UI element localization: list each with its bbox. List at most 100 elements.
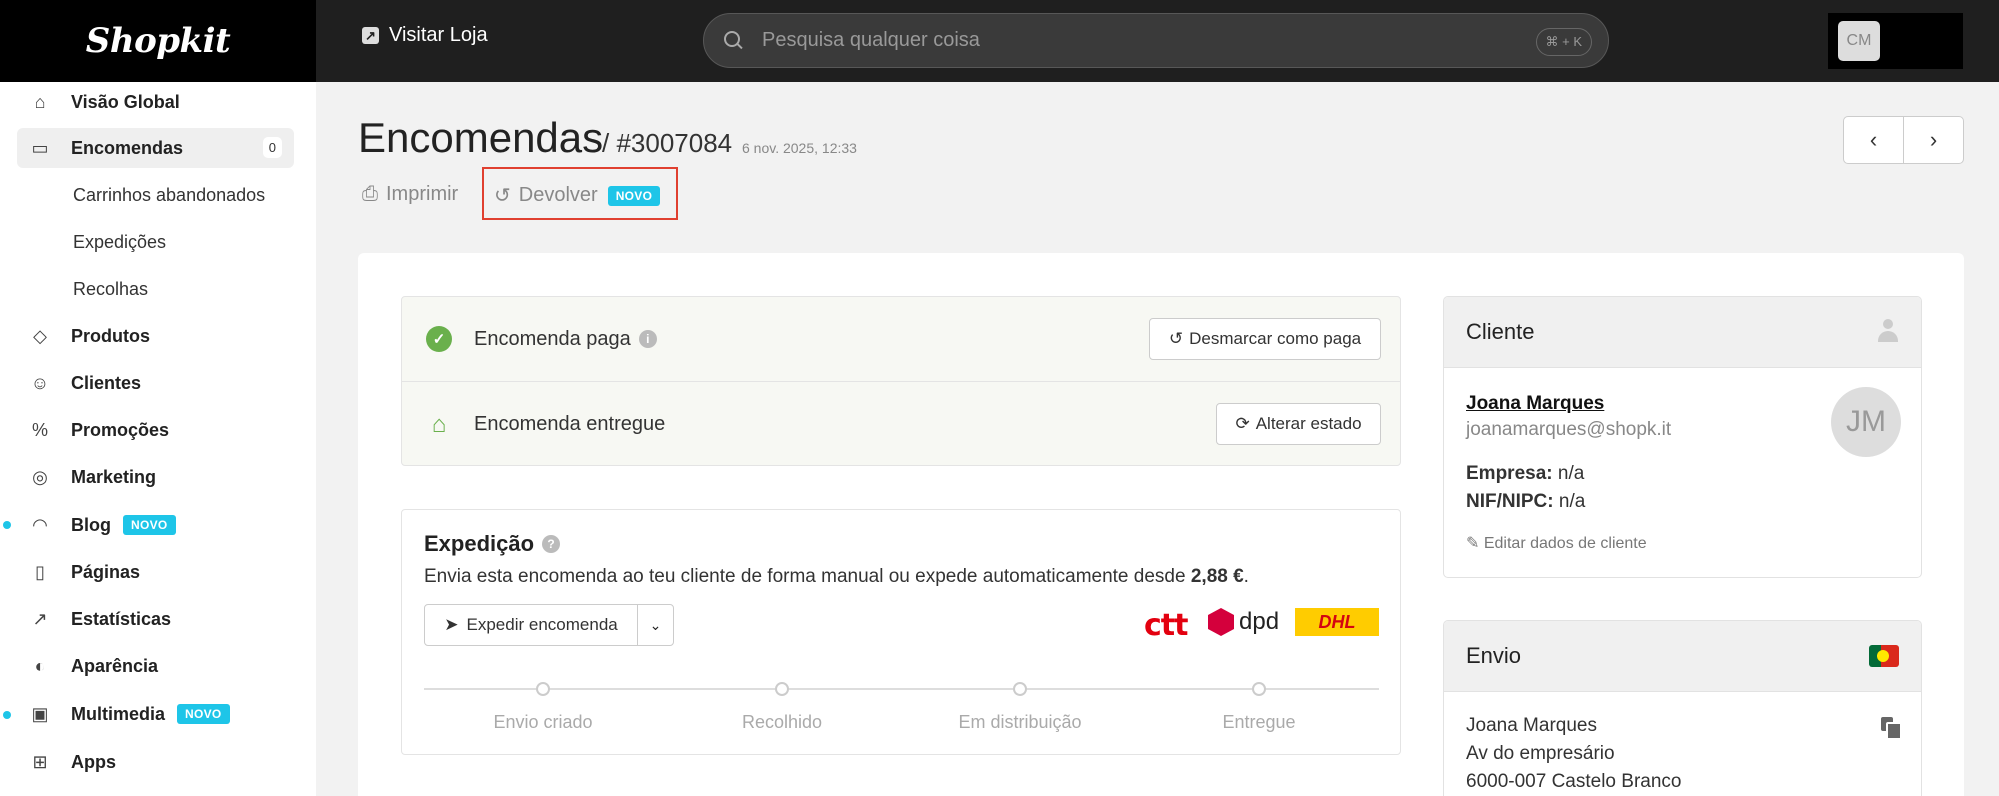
search-shortcut: ⌘ + K xyxy=(1535,28,1592,56)
dpd-cube-icon xyxy=(1208,608,1234,636)
apps-icon: ⊞ xyxy=(32,751,48,772)
address-line: Joana Marques xyxy=(1466,715,1597,736)
dpd-logo-text: dpd xyxy=(1239,608,1280,635)
sidebar-item-clientes[interactable]: ☺ Clientes xyxy=(17,363,294,403)
ship-order-label: Expedir encomenda xyxy=(466,615,618,634)
logo-area[interactable]: Shopkit xyxy=(0,0,316,82)
shipping-title-wrap: Expedição ? xyxy=(424,531,561,557)
home-icon: ⌂ xyxy=(34,91,46,112)
portugal-flag-icon xyxy=(1869,645,1899,667)
customer-card-header: Cliente xyxy=(1444,297,1921,368)
shipping-desc-suffix: . xyxy=(1243,566,1249,587)
next-order-button[interactable]: › xyxy=(1904,117,1963,163)
address-line: 6000-007 Castelo Branco xyxy=(1466,771,1682,792)
sidebar-item-multimedia[interactable]: ▣ Multimedia NOVO xyxy=(17,694,294,734)
timeline-dot xyxy=(1252,682,1266,696)
customer-company: Empresa: n/a xyxy=(1466,463,1584,485)
delivery-card-title: Envio xyxy=(1466,643,1522,668)
new-indicator-dot xyxy=(3,521,11,529)
delivery-card-header: Envio xyxy=(1444,621,1921,692)
visit-store-link[interactable]: ↗ Visitar Loja xyxy=(362,24,488,47)
sidebar-item-encomendas[interactable]: ▭ Encomendas 0 xyxy=(17,128,294,168)
user-avatar[interactable]: CM xyxy=(1838,21,1880,61)
user-icon xyxy=(1877,319,1899,343)
address-line: Av do empresário xyxy=(1466,743,1615,764)
sidebar-item-label: Encomendas xyxy=(71,137,184,158)
new-badge: NOVO xyxy=(177,704,230,724)
rss-icon: ◠ xyxy=(32,514,48,535)
customer-nif: NIF/NIPC: n/a xyxy=(1466,491,1585,513)
sidebar-item-visao-global[interactable]: ⌂ Visão Global xyxy=(17,82,294,122)
customer-card: Cliente Joana Marques joanamarques@shopk… xyxy=(1443,296,1922,578)
sidebar-item-label: Estatísticas xyxy=(71,608,172,629)
customer-card-title: Cliente xyxy=(1466,319,1535,344)
new-badge: NOVO xyxy=(607,185,661,206)
refresh-icon: ⟳ xyxy=(1235,414,1250,433)
search-input[interactable] xyxy=(762,29,1542,52)
help-icon[interactable]: ? xyxy=(542,535,561,553)
nif-value: n/a xyxy=(1558,491,1586,512)
palette-icon: ◐ xyxy=(34,655,46,676)
sidebar-item-label: Promoções xyxy=(71,419,170,440)
sidebar-item-produtos[interactable]: ◇ Produtos xyxy=(17,316,294,356)
discount-icon: % xyxy=(31,419,48,440)
change-state-label: Alterar estado xyxy=(1255,414,1362,433)
search-bar[interactable]: ⌘ + K xyxy=(703,13,1609,68)
timeline-dot xyxy=(1013,682,1027,696)
undo-icon: ↺ xyxy=(494,185,511,207)
external-link-icon: ↗ xyxy=(362,27,379,44)
company-value: n/a xyxy=(1557,463,1585,484)
sidebar-item-label: Páginas xyxy=(71,561,141,582)
sidebar-item-blog[interactable]: ◠ Blog NOVO xyxy=(17,505,294,545)
order-date: 6 nov. 2025, 12:33 xyxy=(742,140,857,156)
sidebar-item-marketing[interactable]: ◎ Marketing xyxy=(17,457,294,497)
copy-icon[interactable] xyxy=(1881,717,1902,740)
sidebar-item-paginas[interactable]: ▯ Páginas xyxy=(17,552,294,592)
order-number: / #3007084 xyxy=(602,128,733,158)
order-status-box: ✓ Encomenda paga i ⌂ Encomenda entregue … xyxy=(401,296,1401,466)
sidebar-item-apps[interactable]: ⊞ Apps xyxy=(17,742,294,782)
sidebar-item-estatisticas[interactable]: ↗ Estatísticas xyxy=(17,599,294,639)
sidebar-item-promocoes[interactable]: % Promoções xyxy=(17,410,294,450)
customer-name-link[interactable]: Joana Marques xyxy=(1466,393,1604,415)
previous-order-button[interactable]: ‹ xyxy=(1844,117,1904,163)
sidebar-item-label: Multimedia xyxy=(71,703,166,724)
page-title: Encomendas xyxy=(358,114,604,161)
timeline-step-label: Recolhido xyxy=(741,712,823,732)
info-icon[interactable]: i xyxy=(638,330,657,348)
inbox-icon: ▭ xyxy=(31,137,49,158)
sidebar-subitem-expedicoes[interactable]: Expedições xyxy=(73,232,166,253)
house-icon: ⌂ xyxy=(431,410,447,438)
edit-customer-link[interactable]: ✎ Editar dados de cliente xyxy=(1466,533,1647,553)
ship-order-button[interactable]: ➤ Expedir encomenda xyxy=(424,604,638,646)
sidebar-item-aparencia[interactable]: ◐ Aparência xyxy=(17,646,294,686)
timeline-dot xyxy=(536,682,550,696)
tag-icon: ◇ xyxy=(33,325,47,346)
ship-options-dropdown[interactable]: ⌄ xyxy=(637,604,674,646)
target-icon: ◎ xyxy=(32,466,48,487)
change-state-button[interactable]: ⟳ Alterar estado xyxy=(1216,403,1381,445)
company-label: Empresa: xyxy=(1466,463,1553,484)
timeline-step-label: Envio criado xyxy=(493,712,593,732)
sidebar-subitem-recolhas[interactable]: Recolhas xyxy=(73,279,148,300)
undo-icon: ↺ xyxy=(1168,329,1184,348)
chevron-right-icon: › xyxy=(1929,127,1938,152)
page-icon: ▯ xyxy=(35,561,45,582)
shopkit-logo[interactable]: Shopkit xyxy=(86,21,231,61)
printer-icon: ⎙ xyxy=(362,183,378,205)
shipping-timeline xyxy=(424,688,1379,690)
images-icon: ▣ xyxy=(31,703,49,724)
shipping-description: Envia esta encomenda ao teu cliente de f… xyxy=(424,566,1249,588)
unmark-paid-button[interactable]: ↺ Desmarcar como paga xyxy=(1149,318,1381,360)
sidebar-item-label: Visão Global xyxy=(71,91,180,112)
visit-store-label: Visitar Loja xyxy=(389,24,488,46)
sidebar-item-label: Aparência xyxy=(71,655,159,676)
chart-icon: ↗ xyxy=(32,608,48,629)
print-button[interactable]: ⎙ Imprimir xyxy=(362,183,458,206)
shipping-box: Expedição ? Envia esta encomenda ao teu … xyxy=(401,509,1401,755)
shipping-price: 2,88 € xyxy=(1190,566,1244,587)
sidebar-subitem-carrinhos[interactable]: Carrinhos abandonados xyxy=(73,185,265,206)
return-button[interactable]: ↺ Devolver NOVO xyxy=(494,183,661,208)
unmark-paid-label: Desmarcar como paga xyxy=(1189,329,1362,348)
return-label: Devolver xyxy=(518,184,598,206)
